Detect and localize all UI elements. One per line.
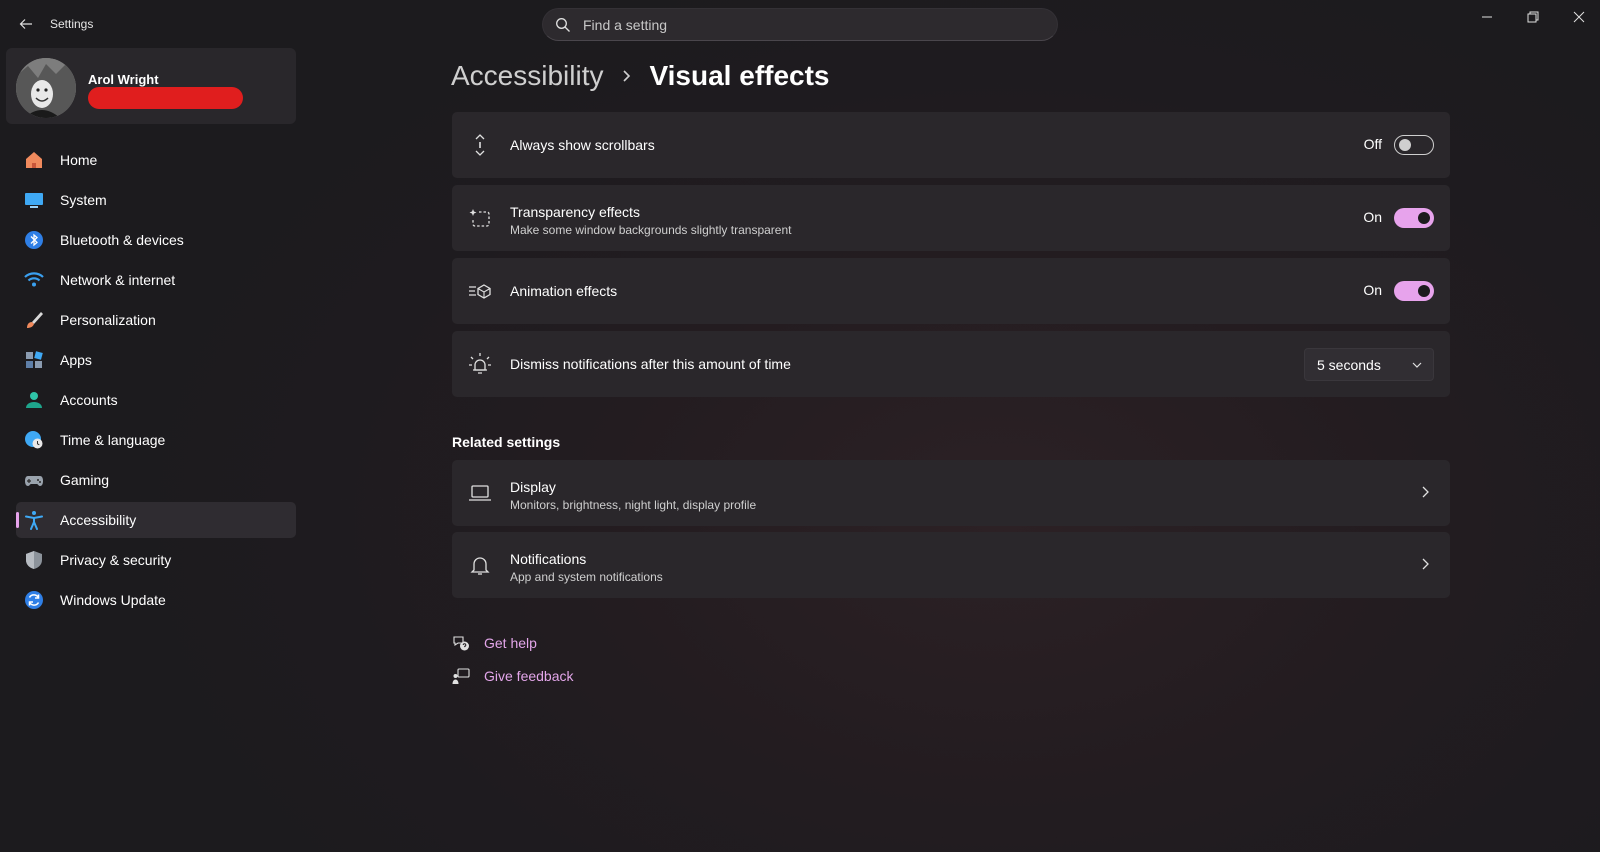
game-controller-icon [25, 476, 43, 486]
sidebar-item-network[interactable]: Network & internet [16, 262, 296, 298]
animation-toggle[interactable] [1394, 281, 1434, 301]
related-title: Display [510, 479, 556, 495]
link-text: Get help [484, 635, 537, 651]
transparency-icon [469, 209, 490, 227]
setting-subtitle: Make some window backgrounds slightly tr… [510, 223, 792, 237]
avatar-image [16, 58, 76, 118]
notification-duration-dropdown[interactable]: 5 seconds [1304, 348, 1434, 381]
search-icon [556, 18, 570, 32]
toggle-state-label: On [1363, 209, 1382, 225]
toggle-knob [1399, 139, 1411, 151]
globe-clock-icon [25, 431, 43, 449]
wifi-icon [24, 272, 44, 287]
sidebar-item-accessibility[interactable]: Accessibility [16, 502, 296, 538]
setting-transparency-effects: Transparency effects Make some window ba… [452, 185, 1450, 251]
home-icon [26, 152, 42, 168]
close-icon [1573, 11, 1585, 23]
help-icon [453, 636, 469, 651]
sidebar-item-gaming[interactable]: Gaming [16, 462, 296, 498]
bell-icon [470, 557, 490, 575]
animation-icon [469, 284, 491, 299]
chevron-down-icon [1412, 362, 1422, 368]
chevron-right-icon [1422, 558, 1429, 570]
sidebar-item-windows-update[interactable]: Windows Update [16, 582, 296, 618]
related-settings-heading: Related settings [452, 434, 561, 450]
back-arrow-icon [19, 19, 32, 29]
bluetooth-icon [25, 231, 43, 249]
related-title: Notifications [510, 551, 587, 567]
setting-title: Transparency effects [510, 204, 640, 220]
restore-icon [1527, 11, 1539, 23]
give-feedback-link[interactable]: Give feedback [452, 665, 574, 687]
setting-dismiss-notifications: Dismiss notifications after this amount … [452, 331, 1450, 397]
related-subtitle: Monitors, brightness, night light, displ… [510, 498, 757, 512]
sidebar-item-time-language[interactable]: Time & language [16, 422, 296, 458]
sidebar-item-accounts[interactable]: Accounts [16, 382, 296, 418]
setting-title: Always show scrollbars [510, 137, 655, 153]
active-indicator [16, 512, 19, 528]
scrollbars-toggle[interactable] [1394, 135, 1434, 155]
profile-name: Arol Wright [88, 72, 159, 87]
monitor-icon [25, 193, 43, 208]
redaction-mark [88, 87, 243, 109]
minimize-icon [1482, 16, 1492, 18]
link-text: Give feedback [484, 668, 574, 684]
shield-icon [26, 551, 42, 569]
close-button[interactable] [1556, 4, 1600, 30]
paintbrush-icon [27, 312, 43, 328]
dropdown-value: 5 seconds [1317, 357, 1381, 373]
laptop-icon [469, 485, 491, 501]
toggle-state-label: On [1363, 282, 1382, 298]
page-title: Visual effects [649, 60, 830, 91]
setting-animation-effects: Animation effects On [452, 258, 1450, 324]
breadcrumb: Accessibility Visual effects [451, 56, 830, 96]
chevron-right-icon [1422, 486, 1429, 498]
toggle-knob [1418, 285, 1430, 297]
feedback-icon [452, 668, 470, 684]
toggle-knob [1418, 212, 1430, 224]
related-subtitle: App and system notifications [510, 570, 663, 584]
restore-button[interactable] [1510, 4, 1556, 30]
sidebar-item-system[interactable]: System [16, 182, 296, 218]
minimize-button[interactable] [1464, 4, 1510, 30]
sidebar-item-personalization[interactable]: Personalization [16, 302, 296, 338]
scrollbar-icon [475, 134, 485, 156]
breadcrumb-parent[interactable]: Accessibility [451, 60, 603, 92]
related-notifications[interactable]: Notifications App and system notificatio… [452, 532, 1450, 598]
avatar [16, 58, 76, 118]
get-help-link[interactable]: Get help [452, 632, 537, 654]
notification-timer-icon [469, 353, 491, 374]
back-button[interactable] [14, 12, 38, 36]
title-bar: Settings [0, 0, 1600, 48]
sidebar-item-apps[interactable]: Apps [16, 342, 296, 378]
account-icon [26, 392, 42, 408]
toggle-state-label: Off [1363, 136, 1382, 152]
app-title: Settings [50, 17, 94, 31]
sidebar-nav: Home System Bluetooth & devices Network … [16, 142, 296, 622]
setting-title: Dismiss notifications after this amount … [510, 356, 791, 372]
search-box[interactable] [542, 8, 1058, 41]
sidebar-item-home[interactable]: Home [16, 142, 296, 178]
apps-icon [26, 351, 43, 368]
transparency-toggle[interactable] [1394, 208, 1434, 228]
setting-always-show-scrollbars: Always show scrollbars Off [452, 112, 1450, 178]
setting-title: Animation effects [510, 283, 618, 299]
search-input[interactable] [583, 9, 1043, 40]
sidebar-item-bluetooth[interactable]: Bluetooth & devices [16, 222, 296, 258]
update-icon [25, 591, 43, 609]
user-profile-card[interactable]: Arol Wright [6, 48, 296, 124]
sidebar-item-privacy[interactable]: Privacy & security [16, 542, 296, 578]
accessibility-icon [25, 511, 43, 530]
related-display[interactable]: Display Monitors, brightness, night ligh… [452, 460, 1450, 526]
chevron-right-icon [623, 70, 631, 82]
